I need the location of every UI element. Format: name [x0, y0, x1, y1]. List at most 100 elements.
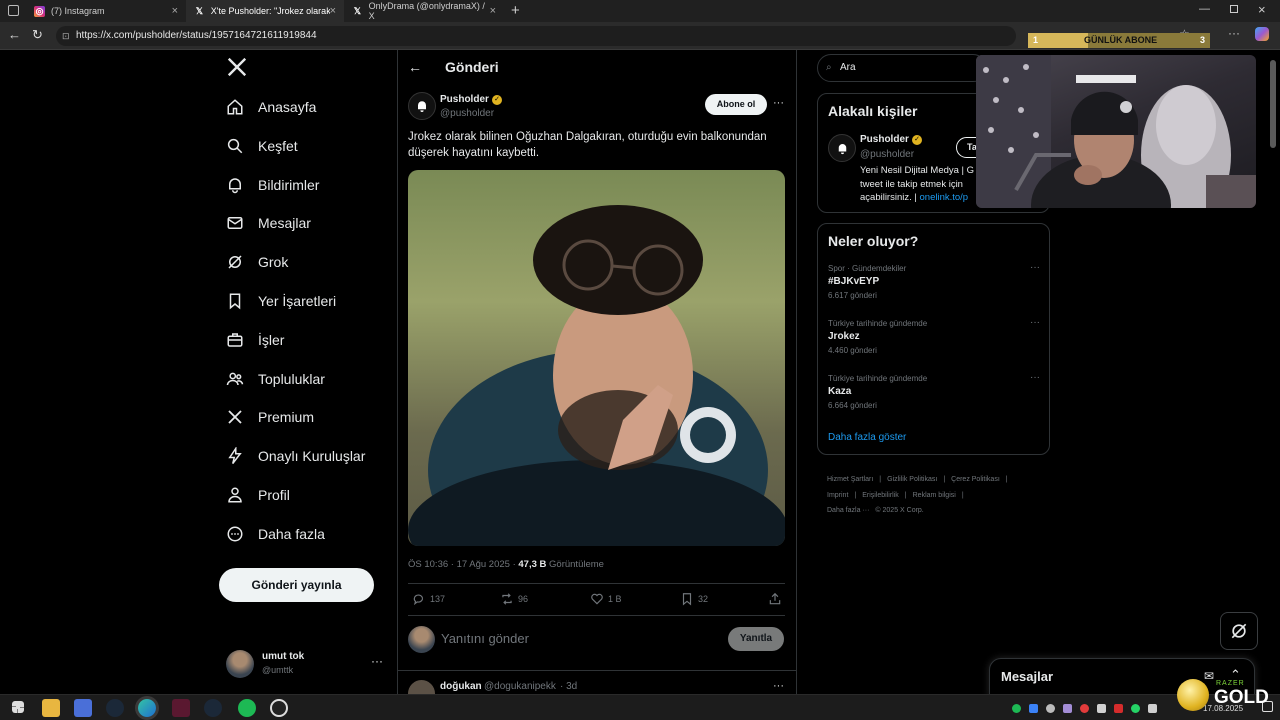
footer-link[interactable]: Hizmet Şartları: [827, 476, 873, 483]
tray-icon[interactable]: [1148, 704, 1157, 713]
url-text: https://x.com/pusholder/status/195716472…: [76, 30, 317, 41]
sidebar-item-7[interactable]: İşler: [226, 325, 284, 355]
app-icon[interactable]: [172, 699, 190, 717]
x-logo-icon[interactable]: [226, 56, 248, 78]
trend-count: 4.460 gönderi: [828, 346, 877, 355]
footer-link[interactable]: © 2025 X Corp.: [875, 507, 923, 514]
more-icon[interactable]: ···: [371, 654, 383, 668]
new-message-icon[interactable]: ✉: [1204, 669, 1214, 683]
sidebar-item-4[interactable]: Mesajlar: [226, 208, 311, 238]
sidebar-item-10[interactable]: Onaylı Kuruluşlar: [226, 441, 365, 471]
tray-icon[interactable]: [1131, 704, 1140, 713]
copilot-icon[interactable]: [1255, 27, 1269, 41]
related-name[interactable]: Pusholder: [860, 134, 909, 145]
tray-icon[interactable]: [1080, 704, 1089, 713]
trend-item[interactable]: Türkiye tarihinde gündemde Jrokez 4.460 gö…: [828, 317, 1040, 367]
tab-actions-icon[interactable]: [8, 5, 19, 16]
footer-link[interactable]: Çerez Politikası: [951, 476, 1000, 483]
reply-submit-button[interactable]: Yanıtla: [728, 627, 784, 651]
tray-icon[interactable]: [1097, 704, 1106, 713]
share-button[interactable]: [768, 592, 786, 606]
reply-author-handle[interactable]: @dogukanipekk: [484, 681, 556, 692]
edge-icon[interactable]: [138, 699, 156, 717]
sidebar-item-label: Topluluklar: [258, 370, 325, 387]
grok-icon: [1231, 623, 1247, 639]
site-info-icon[interactable]: ⊡: [62, 26, 70, 46]
store-icon[interactable]: [74, 699, 92, 717]
post-timestamp[interactable]: ÖS 10:36 · 17 Ağu 2025 ·: [408, 559, 518, 570]
file-explorer-icon[interactable]: [42, 699, 60, 717]
trend-item[interactable]: Türkiye tarihinde gündemde Kaza 6.664 gönd…: [828, 372, 1040, 422]
bookmark-icon: [229, 293, 241, 310]
tray-icon[interactable]: [1063, 704, 1072, 713]
author-name[interactable]: Pusholder: [440, 94, 489, 105]
search-input[interactable]: ⌕ Ara: [817, 54, 987, 82]
back-arrow-icon[interactable]: ←: [408, 59, 422, 75]
minimize-icon[interactable]: —: [1199, 3, 1210, 15]
reload-icon[interactable]: ↻: [32, 27, 43, 43]
follow-button[interactable]: Abone ol: [705, 94, 767, 115]
spotify-icon[interactable]: [238, 699, 256, 717]
grok-floating-button[interactable]: [1220, 612, 1258, 650]
trend-menu-icon[interactable]: ···: [1030, 372, 1040, 383]
back-icon[interactable]: ←: [8, 27, 21, 42]
sidebar-item-3[interactable]: Bildirimler: [226, 170, 319, 200]
scrollbar[interactable]: [1270, 60, 1276, 148]
close-icon[interactable]: ×: [330, 5, 336, 17]
show-more-link[interactable]: Daha fazla göster: [828, 432, 906, 443]
tray-icon[interactable]: [1029, 704, 1038, 713]
new-tab-icon[interactable]: +: [511, 2, 520, 19]
tab-instagram[interactable]: ◎ (7) Instagram ×: [26, 0, 186, 22]
sidebar-item-1[interactable]: Anasayfa: [226, 92, 316, 122]
footer-link[interactable]: Erişilebilirlik: [862, 492, 899, 499]
account-switcher[interactable]: umut tok @umttk ···: [226, 648, 386, 680]
post-menu-icon[interactable]: ···: [773, 97, 784, 109]
trend-menu-icon[interactable]: ···: [1030, 262, 1040, 273]
related-bio-link[interactable]: onelink.to/p: [920, 192, 969, 203]
tray-icon[interactable]: [1114, 704, 1123, 713]
footer-link[interactable]: Imprint: [827, 492, 848, 499]
obs-icon[interactable]: [270, 699, 288, 717]
maximize-icon[interactable]: [1230, 5, 1238, 13]
related-handle[interactable]: @pusholder: [860, 149, 914, 160]
reply-input[interactable]: Yanıtını gönder: [441, 631, 711, 646]
related-bio-text: açabilirsiniz. |: [860, 192, 920, 203]
bookmark-button[interactable]: 32: [680, 592, 708, 606]
more-menu-icon[interactable]: ···: [1228, 26, 1240, 40]
sidebar-item-11[interactable]: Profil: [226, 480, 290, 510]
post-image[interactable]: [408, 170, 785, 546]
close-window-icon[interactable]: ×: [1258, 2, 1266, 17]
like-button[interactable]: 1 B: [590, 592, 622, 606]
related-title: Alakalı kişiler: [828, 103, 918, 119]
sidebar-item-2[interactable]: Keşfet: [226, 131, 298, 161]
tab-onlydrama[interactable]: 𝕏 OnlyDrama (@onlydramaX) / X ×: [344, 0, 504, 22]
related-avatar[interactable]: [828, 134, 856, 162]
footer-link[interactable]: Gizlilik Politikası: [887, 476, 937, 483]
post-button[interactable]: Gönderi yayınla: [219, 568, 374, 602]
url-field[interactable]: ⊡ https://x.com/pusholder/status/1957164…: [56, 26, 1016, 46]
sidebar-item-5[interactable]: Grok: [226, 247, 288, 277]
tray-icon[interactable]: [1046, 704, 1055, 713]
tab-pusholder[interactable]: 𝕏 X'te Pusholder: "Jrokez olarak bili ×: [186, 0, 344, 22]
steam-icon[interactable]: [204, 699, 222, 717]
repost-button[interactable]: 96: [500, 592, 528, 606]
author-avatar[interactable]: [408, 92, 436, 120]
close-icon[interactable]: ×: [490, 5, 496, 17]
sidebar-item-8[interactable]: Topluluklar: [226, 364, 325, 394]
sidebar-item-12[interactable]: Daha fazla: [226, 519, 325, 549]
sidebar-item-6[interactable]: Yer İşaretleri: [226, 286, 336, 316]
reply-button[interactable]: 137: [412, 592, 445, 606]
sidebar-item-9[interactable]: Premium: [226, 402, 314, 432]
close-icon[interactable]: ×: [172, 5, 178, 17]
footer-link[interactable]: Daha fazla ···: [827, 507, 869, 514]
trend-item[interactable]: Spor · Gündemdekiler #BJKvEYP 6.617 gönder…: [828, 262, 1040, 312]
tray-icon[interactable]: [1012, 704, 1021, 713]
search-placeholder: Ara: [840, 62, 856, 73]
footer-link[interactable]: Reklam bilgisi: [913, 492, 956, 499]
reply-menu-icon[interactable]: ···: [773, 680, 784, 692]
steam-icon[interactable]: [106, 699, 124, 717]
trend-menu-icon[interactable]: ···: [1030, 317, 1040, 328]
author-handle[interactable]: @pusholder: [440, 108, 494, 119]
reply-author-name[interactable]: doğukan: [440, 681, 482, 692]
windows-start-icon[interactable]: [12, 701, 24, 713]
